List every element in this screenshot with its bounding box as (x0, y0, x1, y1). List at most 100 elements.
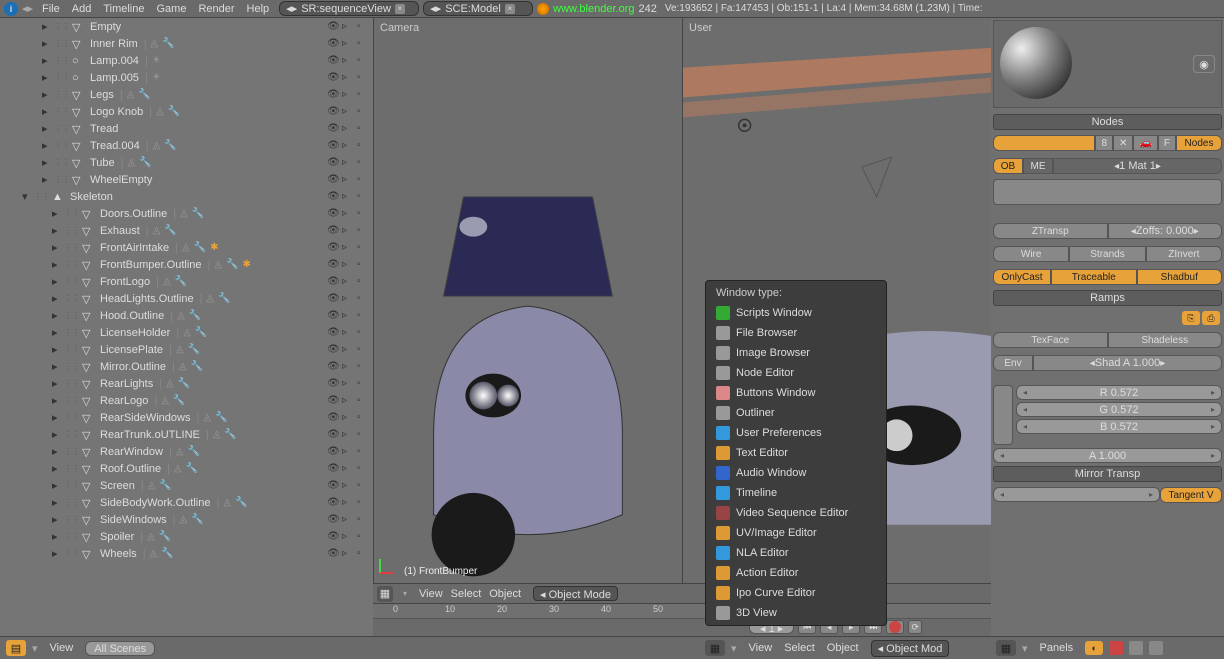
modifier-icon[interactable]: 🔧 (188, 344, 200, 355)
render-icon[interactable]: ▫ (357, 72, 369, 84)
selectable-icon[interactable]: ▹ (342, 361, 354, 373)
editor-type-icon[interactable]: ▦ (705, 640, 725, 656)
outliner-item[interactable]: ▸⋮⋮▽Spoiler|◬🔧👁▹▫ (0, 528, 373, 545)
editor-type-icon[interactable]: ▦ (377, 586, 393, 602)
visibility-icon[interactable]: 👁 (327, 463, 339, 475)
panel-header-nodes[interactable]: Nodes (993, 114, 1222, 130)
disclosure-icon[interactable]: ▸ (52, 326, 64, 339)
record-button[interactable] (886, 620, 904, 634)
modifier-icon[interactable]: 🔧 (226, 259, 238, 270)
visibility-icon[interactable]: 👁 (327, 38, 339, 50)
material-slot[interactable]: ◂ 1 Mat 1 ▸ (1053, 158, 1222, 174)
selectable-icon[interactable]: ▹ (342, 395, 354, 407)
outliner-item[interactable]: ▸⋮⋮▽Tread👁▹▫ (0, 120, 373, 137)
disclosure-icon[interactable]: ▸ (52, 394, 64, 407)
object-data-icon[interactable]: ◬ (153, 140, 161, 151)
object-data-icon[interactable]: ◬ (161, 395, 169, 406)
render-icon[interactable]: ▫ (357, 378, 369, 390)
selectable-icon[interactable]: ▹ (342, 293, 354, 305)
modifier-icon[interactable]: 🔧 (218, 293, 230, 304)
mode-selector[interactable]: ◂ Object Mode (533, 586, 618, 601)
visibility-icon[interactable]: 👁 (327, 208, 339, 220)
window-type-video-sequence-editor[interactable]: Video Sequence Editor (706, 503, 886, 523)
info-icon[interactable]: i (4, 2, 18, 16)
visibility-icon[interactable]: 👁 (327, 276, 339, 288)
outliner-item[interactable]: ▸⋮⋮▽RearSideWindows|◬🔧👁▹▫ (0, 409, 373, 426)
visibility-icon[interactable]: 👁 (327, 72, 339, 84)
disclosure-icon[interactable]: ▾ (22, 190, 34, 203)
viewport-menu-view[interactable]: View (415, 586, 447, 602)
window-type-buttons-window[interactable]: Buttons Window (706, 383, 886, 403)
modifier-icon[interactable]: 🔧 (159, 480, 171, 491)
ztransp-button[interactable]: ZTransp (993, 223, 1108, 239)
disclosure-icon[interactable]: ▸ (52, 377, 64, 390)
context-shading-icon[interactable]: ◐ (1085, 641, 1103, 655)
object-data-icon[interactable]: ◬ (166, 378, 174, 389)
render-icon[interactable]: ▫ (357, 293, 369, 305)
outliner-item[interactable]: ▸⋮⋮▽Tube|◬🔧👁▹▫ (0, 154, 373, 171)
context-icon[interactable] (1129, 641, 1143, 655)
object-data-icon[interactable]: ◬ (127, 89, 135, 100)
visibility-icon[interactable]: 👁 (327, 55, 339, 67)
disclosure-icon[interactable]: ▸ (52, 479, 64, 492)
selectable-icon[interactable]: ▹ (342, 225, 354, 237)
visibility-icon[interactable]: 👁 (327, 293, 339, 305)
object-data-icon[interactable]: ◬ (148, 480, 156, 491)
modifier-icon[interactable]: 🔧 (195, 327, 207, 338)
disclosure-icon[interactable]: ▸ (52, 309, 64, 322)
selectable-icon[interactable]: ▹ (342, 497, 354, 509)
disclosure-icon[interactable]: ▸ (42, 173, 54, 186)
disclosure-icon[interactable]: ▸ (52, 462, 64, 475)
selectable-icon[interactable]: ▹ (342, 89, 354, 101)
delete-button[interactable]: ✕ (1113, 135, 1133, 151)
visibility-icon[interactable]: 👁 (327, 174, 339, 186)
object-data-icon[interactable]: ◬ (183, 327, 191, 338)
visibility-icon[interactable]: 👁 (327, 514, 339, 526)
visibility-icon[interactable]: 👁 (327, 480, 339, 492)
outliner-item[interactable]: ▸⋮⋮▽HeadLights.Outline|◬🔧👁▹▫ (0, 290, 373, 307)
onlycast-button[interactable]: OnlyCast (993, 269, 1051, 285)
outliner-item[interactable]: ▸⋮⋮▽FrontBumper.Outline|◬🔧✱👁▹▫ (0, 256, 373, 273)
object-data-icon[interactable]: ◬ (151, 38, 159, 49)
modifier-icon[interactable]: 🔧 (162, 38, 174, 49)
users-field[interactable]: 8 (1095, 135, 1113, 151)
disclosure-icon[interactable]: ▸ (52, 547, 64, 560)
modifier-icon[interactable]: 🔧 (175, 276, 187, 287)
object-data-icon[interactable]: ◬ (214, 259, 222, 270)
selectable-icon[interactable]: ▹ (342, 429, 354, 441)
window-type-nla-editor[interactable]: NLA Editor (706, 543, 886, 563)
context-icon[interactable] (1149, 641, 1163, 655)
outliner-item[interactable]: ▾⋮⋮▲Skeleton👁▹▫ (0, 188, 373, 205)
modifier-icon[interactable]: 🔧 (173, 395, 185, 406)
modifier-icon[interactable]: 🔧 (191, 514, 203, 525)
modifier-icon[interactable]: 🔧 (192, 208, 204, 219)
modifier-icon[interactable]: 🔧 (139, 157, 151, 168)
object-data-icon[interactable]: ◬ (177, 310, 185, 321)
selectable-icon[interactable]: ▹ (342, 157, 354, 169)
render-icon[interactable]: ▫ (357, 38, 369, 50)
mirror-slider[interactable]: ◂ ▸ (993, 487, 1160, 502)
lamp-data-icon[interactable]: ☀ (152, 72, 161, 83)
disclosure-icon[interactable]: ▸ (42, 20, 54, 33)
render-icon[interactable]: ▫ (357, 412, 369, 424)
outliner-item[interactable]: ▸⋮⋮▽Logo Knob|◬🔧👁▹▫ (0, 103, 373, 120)
wire-button[interactable]: Wire (993, 246, 1069, 262)
outliner-editor-icon[interactable]: ▤ (6, 640, 26, 656)
modifier-icon[interactable]: 🔧 (235, 497, 247, 508)
disclosure-icon[interactable]: ▸ (52, 207, 64, 220)
selectable-icon[interactable]: ▹ (342, 548, 354, 560)
visibility-icon[interactable]: 👁 (327, 412, 339, 424)
scene-field[interactable]: ◂▸SCE:Model × (423, 1, 533, 16)
outliner-item[interactable]: ▸⋮⋮▽Roof.Outline|◬🔧👁▹▫ (0, 460, 373, 477)
modifier-icon[interactable]: 🔧 (194, 242, 206, 253)
menu-render[interactable]: Render (192, 1, 240, 17)
menu-help[interactable]: Help (241, 1, 276, 17)
visibility-icon[interactable]: 👁 (327, 378, 339, 390)
disclosure-icon[interactable]: ▸ (42, 54, 54, 67)
window-type--d-view[interactable]: 3D View (706, 603, 886, 623)
lamp-data-icon[interactable]: ☀ (152, 55, 161, 66)
object-data-icon[interactable]: ◬ (180, 208, 188, 219)
outliner-item[interactable]: ▸⋮⋮▽Tread.004|◬🔧👁▹▫ (0, 137, 373, 154)
render-icon[interactable]: ▫ (357, 106, 369, 118)
disclosure-icon[interactable]: ▸ (52, 224, 64, 237)
